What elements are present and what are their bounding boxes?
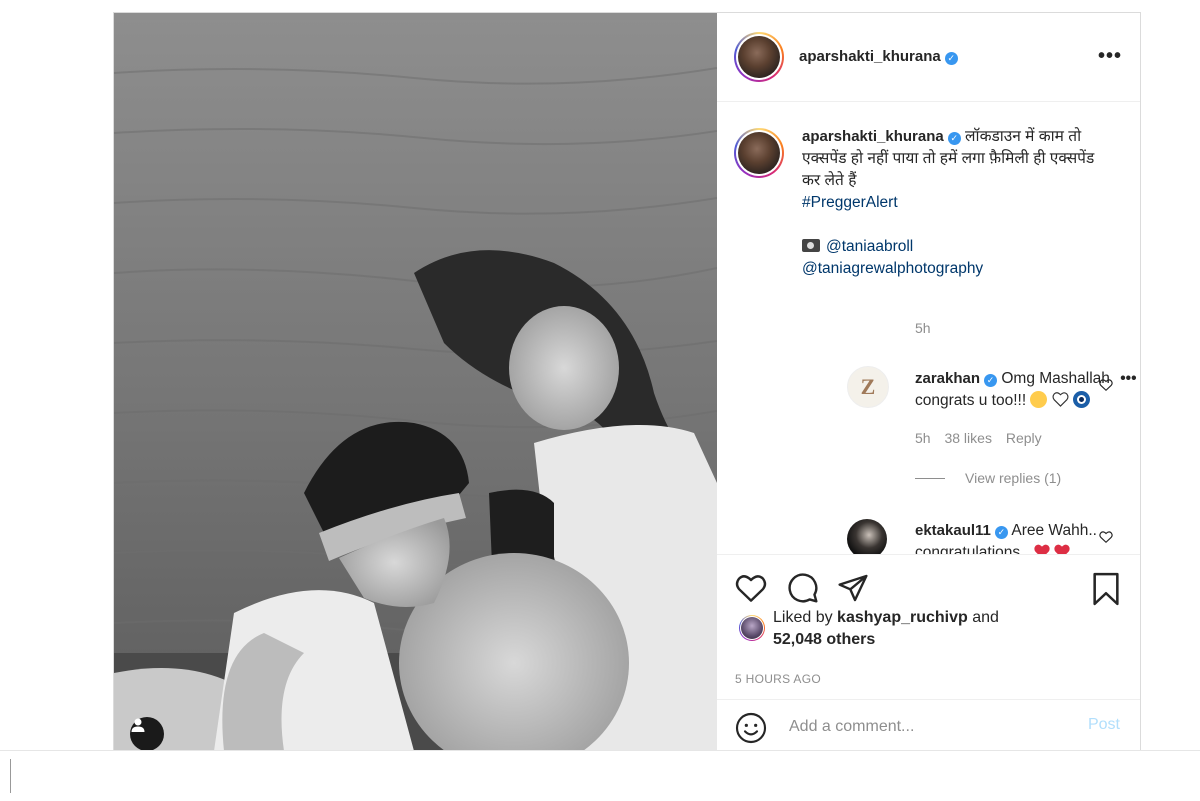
- post-actions: Liked by kashyap_ruchivp and 52,048 othe…: [717, 554, 1140, 700]
- comment-icon: [788, 573, 818, 603]
- comment-text-line2: congratulations..: [915, 544, 1034, 554]
- likes-count[interactable]: 52,048 others: [773, 631, 875, 648]
- more-options-button[interactable]: •••: [1098, 46, 1122, 66]
- verified-icon: ✓: [984, 374, 998, 387]
- caption-time: 5h: [915, 320, 931, 336]
- comment-input[interactable]: [787, 714, 1071, 740]
- post-side-panel: aparshakti_khurana ✓ ••• aparshakti_khura…: [717, 13, 1140, 751]
- camera-icon: [802, 239, 820, 252]
- credit-link-1[interactable]: @taniaabroll: [826, 238, 913, 255]
- liked-by-prefix: Liked by: [773, 609, 838, 626]
- comment-username[interactable]: ektakaul11: [915, 522, 991, 539]
- author-username[interactable]: aparshakti_khurana: [799, 48, 941, 65]
- avatar-letter: Z: [860, 374, 876, 399]
- white-heart-icon: [1052, 391, 1069, 414]
- credit-link-2[interactable]: @taniagrewalphotography: [802, 260, 983, 277]
- hashtag-link[interactable]: #PreggerAlert: [802, 194, 898, 211]
- heart-icon: [735, 575, 767, 602]
- emoji-button[interactable]: [735, 712, 767, 749]
- red-heart-icon: [1053, 543, 1071, 554]
- liked-by-text: Liked by kashyap_ruchivp and 52,048 othe…: [773, 607, 1113, 651]
- comment-text-line1: Omg Mashallah: [1001, 370, 1110, 387]
- comment-meta: 5h 38 likes Reply: [915, 430, 1042, 446]
- post-timestamp[interactable]: 5 HOURS AGO: [735, 672, 821, 686]
- comment-avatar-ektakaul11[interactable]: [847, 519, 887, 554]
- add-comment-bar: Post: [717, 699, 1140, 751]
- liked-by-connector: and: [967, 609, 999, 626]
- comment-time: 5h: [915, 430, 931, 446]
- liker-avatar[interactable]: [739, 615, 765, 641]
- comment-text-line2: congrats u too!!!: [915, 392, 1031, 409]
- comment-more-button[interactable]: •••: [1120, 370, 1136, 387]
- replies-divider: [915, 477, 945, 479]
- view-replies-label: View replies (1): [965, 470, 1062, 486]
- smiley-icon: [735, 712, 767, 744]
- author-avatar[interactable]: [734, 32, 784, 82]
- save-button[interactable]: [1091, 572, 1121, 611]
- bookmark-icon: [1093, 572, 1119, 606]
- hugging-face-icon: [1030, 391, 1048, 408]
- verified-icon: ✓: [994, 526, 1008, 539]
- user-icon: [131, 718, 145, 732]
- heart-icon: [1099, 531, 1113, 544]
- paper-plane-icon: [838, 574, 868, 602]
- comment-text-line1: Aree Wahh..: [1011, 522, 1097, 539]
- heart-icon: [1099, 379, 1113, 392]
- instagram-post: aparshakti_khurana ✓ ••• aparshakti_khura…: [113, 12, 1141, 752]
- caption-avatar[interactable]: [734, 128, 784, 178]
- reply-button[interactable]: Reply: [1006, 430, 1042, 446]
- view-replies-button[interactable]: View replies (1): [915, 470, 1061, 486]
- nazar-amulet-icon: [1073, 391, 1091, 408]
- comment-button[interactable]: [787, 572, 819, 609]
- comment-avatar-zarakhan[interactable]: Z: [847, 366, 889, 408]
- tagged-users-button[interactable]: [130, 717, 164, 751]
- author-row: aparshakti_khurana ✓: [799, 48, 958, 66]
- like-comment-button[interactable]: [1099, 378, 1113, 397]
- share-button[interactable]: [837, 572, 869, 609]
- caption-username[interactable]: aparshakti_khurana: [802, 128, 944, 145]
- like-comment-button[interactable]: [1099, 530, 1113, 549]
- verified-icon: ✓: [944, 52, 958, 65]
- document-editor-area[interactable]: [0, 750, 1200, 801]
- like-button[interactable]: [735, 573, 767, 608]
- post-header: aparshakti_khurana ✓ •••: [717, 13, 1140, 102]
- post-comment-button[interactable]: Post: [1088, 716, 1120, 734]
- red-heart-icon: [1033, 543, 1051, 554]
- comment-likes[interactable]: 38 likes: [944, 430, 991, 446]
- photo-illustration: [114, 13, 717, 751]
- text-cursor: [10, 759, 11, 793]
- caption: aparshakti_khurana ✓ लॉकडाउन में काम तो ए…: [802, 126, 1102, 280]
- comment-username[interactable]: zarakhan: [915, 370, 980, 387]
- comments-section: aparshakti_khurana ✓ लॉकडाउन में काम तो ए…: [717, 102, 1140, 554]
- verified-icon: ✓: [947, 132, 961, 145]
- liker-username[interactable]: kashyap_ruchivp: [837, 609, 968, 626]
- post-photo[interactable]: [114, 13, 717, 751]
